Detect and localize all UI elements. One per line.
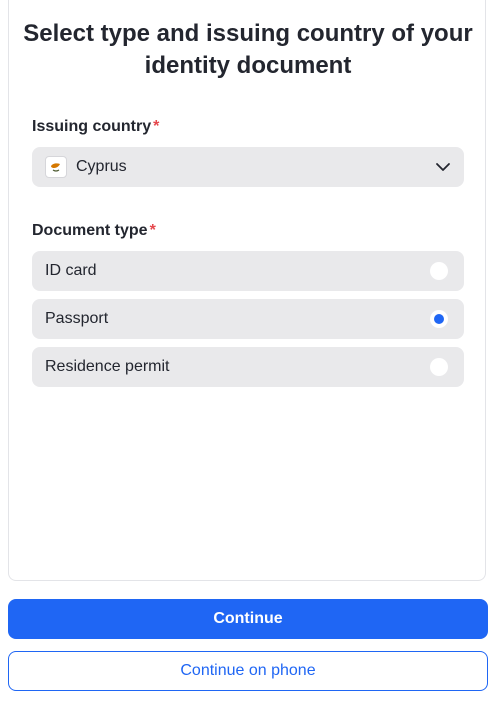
option-passport[interactable]: Passport <box>32 299 464 339</box>
radio-button-selected[interactable] <box>430 310 448 328</box>
document-type-label: Document type * <box>32 221 156 241</box>
radio-button[interactable] <box>430 262 448 280</box>
cyprus-flag-icon <box>45 156 67 178</box>
issuing-country-label-text: Issuing country <box>32 118 152 135</box>
option-residence-permit[interactable]: Residence permit <box>32 347 464 387</box>
option-label: Passport <box>45 310 109 327</box>
page-title: Select type and issuing country of your … <box>23 20 473 79</box>
selected-country: Cyprus <box>76 158 127 175</box>
chevron-down-icon <box>436 163 450 171</box>
document-type-label-text: Document type <box>32 222 148 239</box>
required-mark: * <box>149 222 156 239</box>
option-label: ID card <box>45 262 97 279</box>
option-id-card[interactable]: ID card <box>32 251 464 291</box>
issuing-country-label: Issuing country * <box>32 117 159 137</box>
continue-on-phone-button[interactable]: Continue on phone <box>8 651 488 691</box>
continue-button[interactable]: Continue <box>8 599 488 639</box>
radio-button[interactable] <box>430 358 448 376</box>
document-selection-card: Select type and issuing country of your … <box>8 0 486 581</box>
issuing-country-select[interactable]: Cyprus <box>32 147 464 187</box>
required-mark: * <box>153 118 160 135</box>
option-label: Residence permit <box>45 358 170 375</box>
